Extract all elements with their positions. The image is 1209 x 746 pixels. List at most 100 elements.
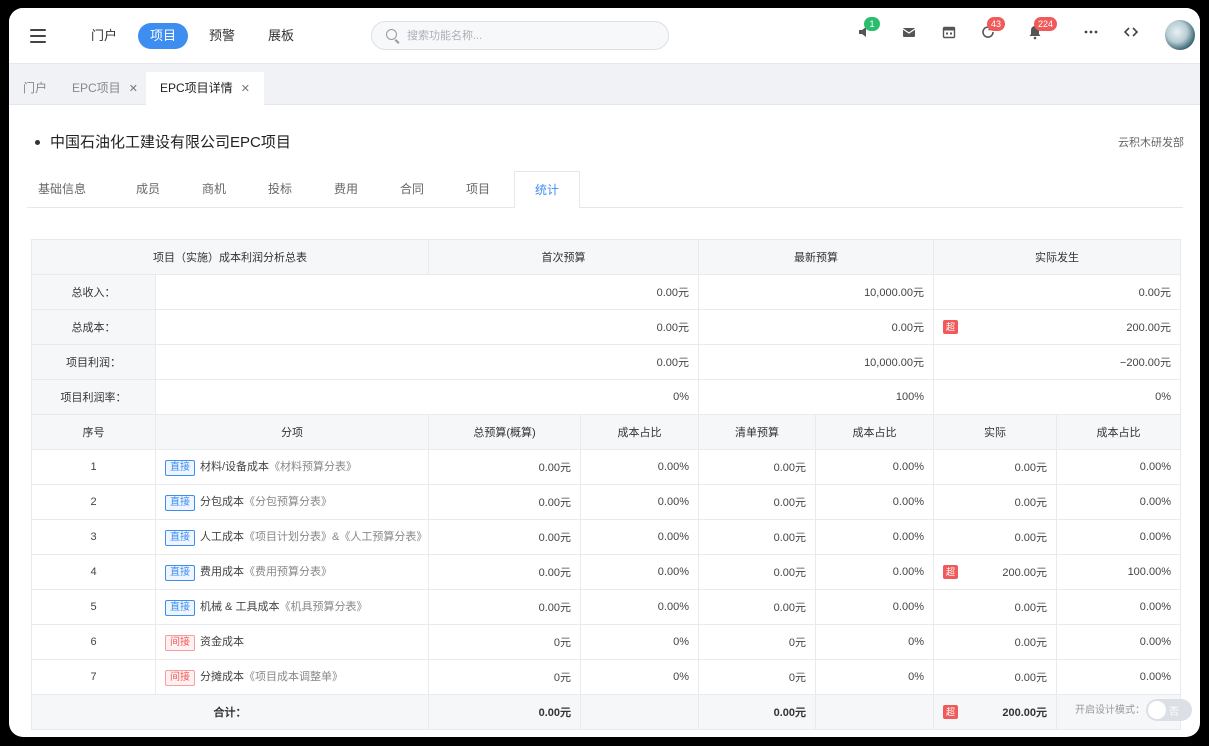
actual-ratio: 0.00% [1056, 484, 1181, 520]
budget-ratio: 0% [580, 659, 699, 695]
item-cell: 间接 资金成本 [155, 624, 429, 660]
page-tab-label: EPC项目详情 [160, 81, 233, 95]
table-row: 1 直接 材料/设备成本《材料预算分表》 0.00元 0.00% 0.00元 0.00% 0.… [31, 449, 1181, 485]
nav-portal[interactable]: 门户 [79, 23, 129, 49]
budget-value: 0.00元 [428, 484, 581, 520]
budget-value: 0.00元 [428, 519, 581, 555]
actual-value: 0.00元 [1014, 672, 1047, 684]
row-number: 3 [31, 519, 156, 555]
detail-header-cell: 成本占比 [1056, 414, 1181, 450]
tab-statistics[interactable]: 统计 [514, 171, 580, 209]
nav-dashboard[interactable]: 展板 [256, 23, 306, 49]
summary-latest: 10,000.00元 [698, 344, 934, 380]
actual-value: 0.00元 [1014, 532, 1047, 544]
nav-warning[interactable]: 预警 [197, 23, 247, 49]
summary-row: 总成本： 0.00元 0.00元 超 200.00元 [31, 309, 1181, 345]
page-title: 中国石油化工建设有限公司EPC项目 [50, 134, 291, 151]
item-name: 分包成本 [200, 496, 244, 509]
page-tab-epc[interactable]: EPC项目 ✕ [72, 72, 138, 105]
department-label: 云积木研发部 [1118, 137, 1184, 149]
table-row: 2 直接 分包成本《分包预算分表》 0.00元 0.00% 0.00元 0.00% 0.00元… [31, 484, 1181, 520]
code-icon[interactable] [1120, 24, 1142, 46]
summary-header-cell: 项目（实施）成本利润分析总表 [31, 239, 429, 275]
summary-label: 总收入： [31, 274, 156, 310]
list-value: 0.00元 [698, 449, 816, 485]
item-ref-link[interactable]: 《分包预算分表》 [244, 496, 332, 508]
summary-actual: 0.00元 [933, 274, 1181, 310]
total-row: 合计： 0.00元 0.00元 超 200.00元 [31, 694, 1181, 730]
summary-row: 项目利润率： 0% 100% 0% [31, 379, 1181, 415]
summary-latest: 10,000.00元 [698, 274, 934, 310]
design-mode-toggle[interactable]: 否 [1146, 699, 1192, 721]
summary-header-cell: 首次预算 [428, 239, 699, 275]
page-tab-portal[interactable]: 门户 [23, 72, 47, 105]
table-row: 5 直接 机械 & 工具成本《机具预算分表》 0.00元 0.00% 0.00元 0.00%… [31, 589, 1181, 625]
bell-icon[interactable]: 224 [1024, 17, 1058, 46]
tab-project[interactable]: 项目 [445, 171, 511, 208]
list-value: 0元 [698, 659, 816, 695]
budget-value: 0.00元 [428, 589, 581, 625]
total-label: 合计： [31, 694, 429, 730]
calendar-icon[interactable] [938, 24, 960, 46]
actual-cell: 0.00元 [933, 484, 1057, 520]
summary-label: 总成本： [31, 309, 156, 345]
actual-value: 0.00元 [1014, 462, 1047, 474]
actual-cell: 0.00元 [933, 659, 1057, 695]
actual-cell: 0.00元 [933, 589, 1057, 625]
page-tab-bar: 门户 EPC项目 ✕ EPC项目详情 ✕ [9, 64, 1200, 105]
summary-header-cell: 最新预算 [698, 239, 934, 275]
over-budget-badge: 超 [943, 565, 959, 579]
nav-project[interactable]: 项目 [138, 23, 189, 49]
tab-basic-info[interactable]: 基础信息 [27, 171, 97, 208]
detail-header-cell: 分项 [155, 414, 429, 450]
budget-ratio: 0.00% [580, 554, 699, 590]
over-budget-badge: 超 [943, 705, 959, 719]
summary-actual: 0% [933, 379, 1181, 415]
list-ratio: 0% [815, 624, 934, 660]
hamburger-menu-icon[interactable] [30, 29, 46, 43]
tab-contract[interactable]: 合同 [379, 171, 445, 208]
tab-expense[interactable]: 费用 [313, 171, 379, 208]
search-input[interactable] [407, 27, 657, 45]
avatar[interactable] [1165, 20, 1195, 50]
summary-latest: 100% [698, 379, 934, 415]
row-number: 2 [31, 484, 156, 520]
list-value: 0.00元 [698, 589, 816, 625]
page-tab-epc-detail[interactable]: EPC项目详情 ✕ [146, 72, 264, 105]
budget-ratio: 0.00% [580, 519, 699, 555]
table-row: 6 间接 资金成本 0元 0% 0元 0% 0.00元 0.00% [31, 624, 1181, 660]
list-ratio: 0.00% [815, 554, 934, 590]
total-list: 0.00元 [698, 694, 816, 730]
item-ref-link[interactable]: 《材料预算分表》 [269, 461, 357, 473]
close-icon[interactable]: ✕ [241, 83, 250, 95]
close-icon[interactable]: ✕ [129, 83, 138, 95]
total-actual-cell: 超 200.00元 [933, 694, 1057, 730]
actual-ratio: 0.00% [1056, 589, 1181, 625]
row-number: 6 [31, 624, 156, 660]
summary-actual: 200.00元 [1126, 322, 1171, 334]
speaker-badge: 1 [864, 17, 880, 31]
item-cell: 间接 分摊成本《项目成本调整单》 [155, 659, 429, 695]
item-name: 材料/设备成本 [200, 461, 270, 474]
item-ref-link[interactable]: 《项目成本调整单》 [244, 671, 343, 683]
list-value: 0.00元 [698, 484, 816, 520]
cost-type-tag: 直接 [165, 459, 195, 476]
refresh-badge: 43 [987, 17, 1006, 31]
list-value: 0元 [698, 624, 816, 660]
item-name: 人工成本 [200, 531, 244, 544]
tab-opportunity[interactable]: 商机 [181, 171, 247, 208]
actual-ratio: 0.00% [1056, 519, 1181, 555]
search-box [371, 21, 669, 50]
mail-icon[interactable] [898, 24, 920, 46]
item-ref-link[interactable]: 《费用预算分表》 [244, 566, 332, 578]
actual-value: 0.00元 [1014, 497, 1047, 509]
tab-members[interactable]: 成员 [115, 171, 181, 208]
detail-header-cell: 成本占比 [815, 414, 934, 450]
item-ref-link[interactable]: 《项目计划分表》&《人工预算分表》 [244, 531, 427, 543]
tab-bidding[interactable]: 投标 [247, 171, 313, 208]
refresh-icon[interactable]: 43 [977, 17, 1006, 46]
more-icon[interactable] [1080, 24, 1102, 46]
item-ref-link[interactable]: 《机具预算分表》 [279, 601, 367, 613]
budget-value: 0.00元 [428, 449, 581, 485]
speaker-icon[interactable]: 1 [854, 17, 880, 46]
